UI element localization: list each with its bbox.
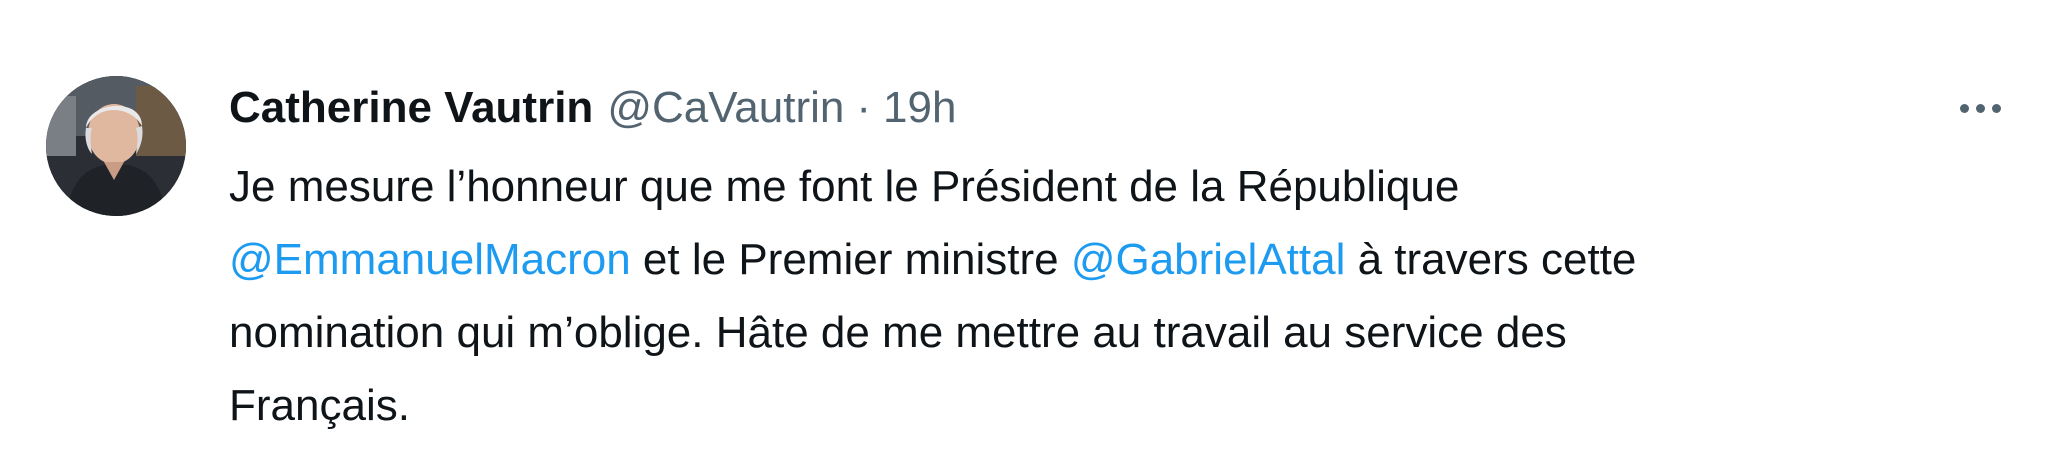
more-horizontal-icon <box>1959 103 1969 113</box>
author-handle[interactable]: @CaVautrin <box>607 78 844 138</box>
author-avatar[interactable] <box>46 76 186 216</box>
tweet-text-segment: Français. <box>229 381 410 430</box>
tweet-text-segment: nomination qui m’oblige. Hâte de me mett… <box>229 308 1567 357</box>
more-horizontal-icon <box>1991 103 2001 113</box>
mention-link-emmanuelmacron[interactable]: @EmmanuelMacron <box>229 235 631 284</box>
tweet-timestamp[interactable]: 19h <box>883 78 956 138</box>
tweet-text-line: @EmmanuelMacron et le Premier ministre @… <box>229 223 1969 296</box>
tweet-text-segment: à travers cette <box>1345 235 1637 284</box>
more-options-button[interactable] <box>1950 84 2010 132</box>
tweet-text-segment: et le Premier ministre <box>630 235 1071 284</box>
avatar-photo-icon <box>46 76 186 216</box>
tweet-card[interactable]: Catherine Vautrin @CaVautrin · 19h Je me… <box>0 0 2048 460</box>
tweet-text-line: Français. <box>229 369 1969 442</box>
author-display-name[interactable]: Catherine Vautrin <box>229 78 593 138</box>
mention-link-gabrielattal[interactable]: @GabrielAttal <box>1071 235 1346 284</box>
tweet-text-line: Je mesure l’honneur que me font le Prési… <box>229 150 1969 223</box>
header-separator: · <box>856 83 872 132</box>
tweet-text-segment: Je mesure l’honneur que me font le Prési… <box>229 162 1460 211</box>
tweet-text-line: nomination qui m’oblige. Hâte de me mett… <box>229 296 1969 369</box>
tweet-body: Je mesure l’honneur que me font le Prési… <box>229 150 1969 442</box>
more-horizontal-icon <box>1975 103 1985 113</box>
tweet-header: Catherine Vautrin @CaVautrin · 19h <box>229 78 956 138</box>
